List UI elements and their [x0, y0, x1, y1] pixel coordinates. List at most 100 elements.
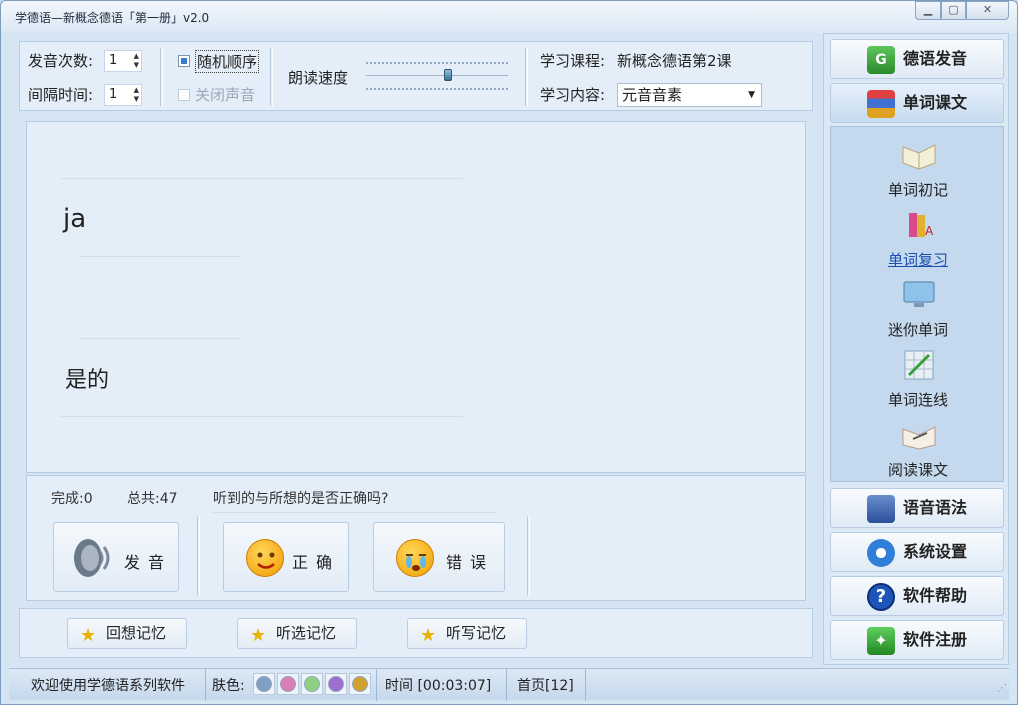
skin-option-4[interactable]: [325, 673, 347, 695]
skin-color-swatch: [280, 676, 296, 692]
done-count: 完成:0: [51, 491, 93, 507]
interval-value: 1: [109, 87, 118, 102]
sidebar-item-settings[interactable]: 系统设置: [830, 532, 1004, 572]
sidebar-item-label: 语音语法: [903, 498, 968, 517]
wrong-label: 错误: [446, 553, 495, 572]
sub-item-mini-words[interactable]: 迷你单词: [831, 271, 1005, 341]
skin-color-swatch: [352, 676, 368, 692]
divider: [527, 516, 530, 596]
mute-label: 关闭声音: [195, 86, 256, 104]
welcome-text: 欢迎使用学德语系列软件: [31, 678, 185, 694]
maximize-button[interactable]: ▢: [941, 1, 966, 20]
sub-item-word-first[interactable]: 单词初记: [831, 131, 1005, 201]
divider: [525, 48, 528, 106]
skin-option-3[interactable]: [301, 673, 323, 695]
mute-checkbox[interactable]: [178, 89, 190, 101]
answer-controls-panel: 完成:0 总共:47 听到的与所想的是否正确吗? 发音 正确 错误: [26, 475, 806, 601]
sidebar-item-label: 软件帮助: [903, 586, 968, 605]
speed-slider[interactable]: [366, 56, 508, 96]
recall-memory-label: 回想记忆: [106, 624, 167, 642]
window-title: 学德语—新概念德语「第一册」v2.0: [15, 11, 210, 25]
random-order-label[interactable]: 随机顺序: [195, 50, 260, 73]
crying-face-icon: [396, 539, 434, 577]
question-text: 听到的与所想的是否正确吗?: [213, 491, 389, 507]
speak-button[interactable]: 发音: [53, 522, 179, 592]
close-button[interactable]: ✕: [966, 1, 1009, 20]
resize-grip-icon[interactable]: ⋰: [997, 683, 1007, 694]
vocab-subpanel: 单词初记 A 单词复习 迷你单词 单词连线 阅读课文: [830, 126, 1004, 482]
word-display-panel: ja 是的: [26, 121, 806, 473]
audio-book-icon: [867, 495, 895, 523]
colorful-books-icon: A: [909, 213, 934, 238]
slider-track-bottom: [366, 88, 508, 90]
sub-item-label: 单词复习: [887, 251, 948, 269]
course-value: 新概念德语第2课: [617, 52, 732, 70]
sub-item-read-text[interactable]: 阅读课文: [831, 411, 1005, 481]
skin-label: 肤色:: [212, 678, 245, 694]
wrong-button[interactable]: 错误: [373, 522, 505, 592]
slider-track-top: [366, 62, 508, 64]
content-select[interactable]: 元音音素 ▼: [617, 83, 762, 107]
sidebar-item-label: 系统设置: [903, 542, 968, 561]
repeat-count-spinner[interactable]: 1 ▲ ▼: [104, 50, 142, 72]
gear-icon: [867, 539, 895, 567]
dropdown-arrow-icon[interactable]: ▼: [748, 84, 755, 106]
app-window: 学德语—新概念德语「第一册」v2.0 ▁ ▢ ✕ 发音次数: 1 ▲ ▼ 间隔时间…: [0, 0, 1018, 705]
chinese-meaning: 是的: [65, 368, 110, 393]
sidebar-item-help[interactable]: ? 软件帮助: [830, 576, 1004, 616]
correct-button[interactable]: 正确: [223, 522, 349, 592]
skin-option-5[interactable]: [349, 673, 371, 695]
star-icon: ★: [80, 625, 97, 646]
register-star-icon: ✦: [867, 627, 895, 655]
skin-color-swatch: [328, 676, 344, 692]
correct-label: 正确: [292, 553, 341, 572]
divider: [213, 512, 497, 513]
interval-spinner[interactable]: 1 ▲ ▼: [104, 84, 142, 106]
divider: [585, 669, 586, 701]
divider: [270, 48, 273, 106]
divider: [197, 516, 200, 596]
status-bar: 欢迎使用学德语系列软件 肤色: 时间 [00:03:07] 首页[12] ⋰: [9, 668, 1009, 701]
interval-label: 间隔时间:: [28, 86, 94, 104]
open-book-icon: [902, 144, 936, 170]
skin-option-1[interactable]: [253, 673, 275, 695]
sidebar-item-pronunciation[interactable]: G 德语发音: [830, 39, 1004, 79]
help-icon: ?: [867, 583, 895, 611]
open-book-pen-icon: [902, 426, 936, 450]
svg-text:A: A: [925, 224, 934, 238]
sidebar-item-label: 软件注册: [903, 630, 968, 649]
time-display: 时间 [00:03:07]: [385, 678, 492, 694]
total-count: 总共:47: [127, 491, 178, 507]
divider: [79, 256, 241, 257]
sub-item-word-review[interactable]: A 单词复习: [831, 201, 1005, 271]
sub-item-label: 单词初记: [887, 181, 948, 199]
slider-rail: [366, 75, 508, 76]
title-bar: 学德语—新概念德语「第一册」v2.0 ▁ ▢ ✕: [1, 1, 1017, 33]
repeat-count-label: 发音次数:: [28, 52, 94, 70]
minimize-button[interactable]: ▁: [915, 1, 941, 20]
slider-thumb[interactable]: [444, 69, 452, 81]
sidebar-item-register[interactable]: ✦ 软件注册: [830, 620, 1004, 660]
listen-select-memory-button[interactable]: ★ 听选记忆: [237, 618, 357, 649]
recall-memory-button[interactable]: ★ 回想记忆: [67, 618, 187, 649]
content-label: 学习内容:: [540, 86, 606, 104]
skin-option-2[interactable]: [277, 673, 299, 695]
sub-item-word-matching[interactable]: 单词连线: [831, 341, 1005, 411]
books-icon: [867, 90, 895, 118]
skin-color-swatch: [256, 676, 272, 692]
german-word: ja: [63, 204, 87, 234]
sidebar-item-grammar[interactable]: 语音语法: [830, 488, 1004, 528]
dictation-memory-button[interactable]: ★ 听写记忆: [407, 618, 527, 649]
course-label: 学习课程:: [540, 52, 606, 70]
spinner-arrows-icon[interactable]: ▲ ▼: [134, 86, 139, 104]
green-book-icon: G: [867, 46, 895, 74]
repeat-count-value: 1: [109, 53, 118, 68]
sidebar-item-vocab-text[interactable]: 单词课文: [830, 83, 1004, 123]
spinner-arrows-icon[interactable]: ▲ ▼: [134, 52, 139, 70]
divider: [160, 48, 163, 106]
memory-mode-panel: ★ 回想记忆 ★ 听选记忆 ★ 听写记忆: [19, 608, 813, 658]
sidebar: G 德语发音 单词课文 单词初记 A 单词复习 迷你单词 单词连线 阅读课文 语…: [823, 33, 1009, 665]
content-select-value: 元音音素: [622, 86, 683, 104]
monitor-icon: [903, 281, 935, 307]
random-order-checkbox[interactable]: [178, 55, 190, 67]
